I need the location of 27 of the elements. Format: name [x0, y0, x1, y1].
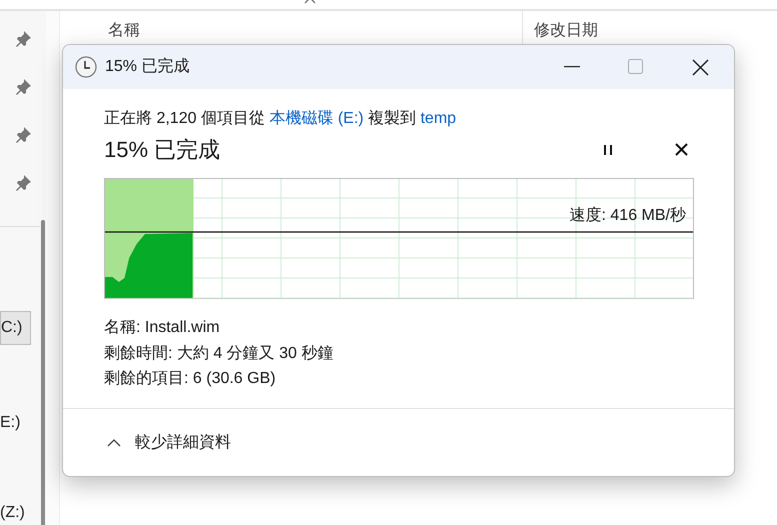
nav-item[interactable]: E:): [0, 407, 20, 439]
close-icon: [692, 58, 708, 76]
progress-heading: 15% 已完成: [104, 136, 222, 164]
pin-icon[interactable]: [14, 78, 32, 96]
pause-icon: [603, 144, 613, 156]
detail-line: 剩餘的項目: 6 (30.6 GB): [104, 369, 277, 389]
nav-item[interactable]: C:): [0, 311, 31, 345]
detail-line: 剩餘時間: 大約 4 分鐘又 30 秒鐘: [104, 344, 334, 364]
clock-icon: [75, 56, 97, 78]
maximize-icon: [628, 59, 644, 75]
pin-icon[interactable]: [14, 30, 32, 48]
close-icon: [674, 143, 688, 156]
column-header[interactable]: 名稱: [108, 22, 140, 39]
pin-icon[interactable]: [14, 126, 32, 144]
column-header[interactable]: 修改日期: [534, 19, 598, 43]
nav-item[interactable]: (Z:): [0, 497, 25, 525]
scrollbar[interactable]: [41, 220, 45, 525]
link[interactable]: temp: [420, 110, 456, 127]
copy-description: 正在將 2,120 個項目從 本機磁碟 (E:) 複製到 temp: [104, 108, 458, 129]
speed-label: 速度: 416 MB/秒: [570, 206, 686, 226]
window-title: 15% 已完成: [105, 56, 190, 77]
detail-line: 名稱: Install.wim: [104, 318, 221, 338]
chevron-up-icon: [107, 438, 121, 446]
details-toggle[interactable]: 較少詳細資料: [107, 430, 231, 454]
minimize-icon: [564, 66, 580, 68]
pin-icon[interactable]: [14, 174, 32, 192]
link[interactable]: 本機磁碟 (E:): [269, 110, 364, 127]
